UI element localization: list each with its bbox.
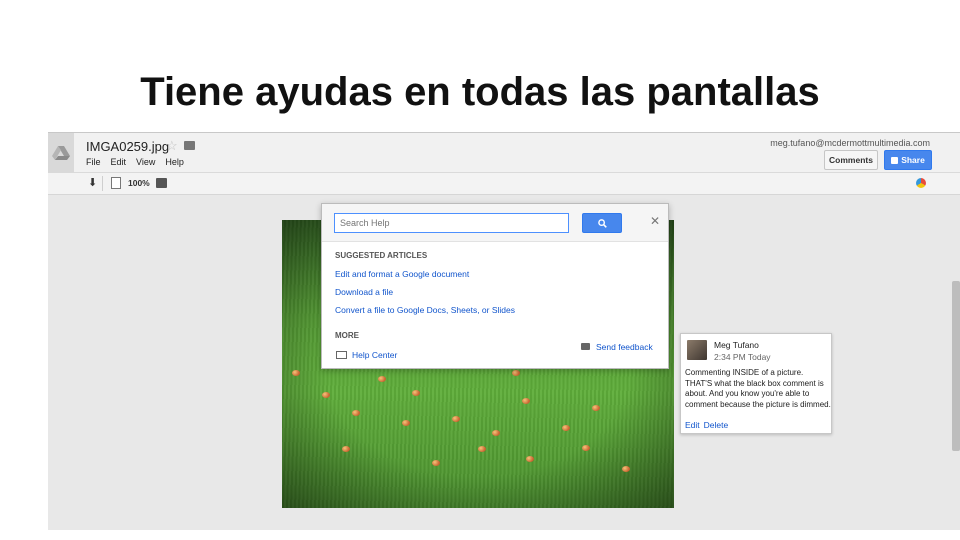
- share-button[interactable]: Share: [884, 150, 932, 170]
- help-center-icon: [336, 351, 347, 359]
- fit-icon[interactable]: [111, 177, 121, 189]
- slide-title: Tiene ayudas en todas las pantallas: [140, 70, 820, 114]
- apple: [412, 390, 420, 396]
- apple: [526, 456, 534, 462]
- apple: [402, 420, 410, 426]
- menu-view[interactable]: View: [136, 157, 155, 167]
- help-search-input[interactable]: [334, 213, 569, 233]
- search-icon: [597, 218, 607, 228]
- file-name[interactable]: IMGA0259.jpg: [86, 139, 169, 154]
- apple: [478, 446, 486, 452]
- comments-button[interactable]: Comments: [824, 150, 878, 170]
- menu-edit[interactable]: Edit: [111, 157, 127, 167]
- star-icon[interactable]: ☆: [166, 138, 178, 154]
- apple: [342, 446, 350, 452]
- apple: [622, 466, 630, 472]
- apple: [522, 398, 530, 404]
- folder-icon[interactable]: [184, 141, 195, 150]
- menu-bar: File Edit View Help: [86, 157, 184, 167]
- apple: [452, 416, 460, 422]
- help-search-bar: ✕: [322, 204, 668, 242]
- apple: [378, 376, 386, 382]
- caption-icon[interactable]: [156, 178, 167, 188]
- account-email[interactable]: meg.tufano@mcdermottmultimedia.com: [770, 138, 930, 148]
- download-icon[interactable]: ⬇: [88, 176, 97, 189]
- help-popup: ✕ SUGGESTED ARTICLES Edit and format a G…: [321, 203, 669, 369]
- comment-card: Meg Tufano 2:34 PM Today Commenting INSI…: [680, 333, 832, 434]
- apple: [432, 460, 440, 466]
- share-person-icon: [891, 156, 899, 164]
- help-center-link[interactable]: Help Center: [352, 350, 397, 360]
- apple: [292, 370, 300, 376]
- toolbar-divider: [102, 176, 103, 191]
- apple: [592, 405, 600, 411]
- comment-time: 2:34 PM Today: [714, 352, 771, 362]
- menu-file[interactable]: File: [86, 157, 101, 167]
- comment-body: Commenting INSIDE of a picture. THAT'S w…: [685, 368, 831, 409]
- apple: [492, 430, 500, 436]
- apple: [582, 445, 590, 451]
- zoom-level[interactable]: 100%: [128, 178, 150, 188]
- comment-delete-link[interactable]: Delete: [704, 420, 729, 430]
- help-article-link[interactable]: Download a file: [335, 287, 393, 297]
- send-feedback-link[interactable]: Send feedback: [596, 342, 653, 352]
- comment-actions: Edit Delete: [685, 420, 728, 430]
- comment-edit-link[interactable]: Edit: [685, 420, 700, 430]
- drive-viewer-screenshot: IMGA0259.jpg ☆ File Edit View Help meg.t…: [48, 132, 960, 530]
- feedback-icon: [581, 343, 590, 350]
- avatar: [687, 340, 707, 360]
- apple: [512, 370, 520, 376]
- top-bar: IMGA0259.jpg ☆ File Edit View Help meg.t…: [48, 133, 960, 173]
- close-icon[interactable]: ✕: [650, 214, 660, 228]
- apps-icon[interactable]: [916, 178, 926, 188]
- share-label: Share: [901, 155, 925, 165]
- comment-author: Meg Tufano: [714, 340, 759, 350]
- apple: [322, 392, 330, 398]
- suggested-heading: SUGGESTED ARTICLES: [335, 251, 428, 260]
- menu-help[interactable]: Help: [165, 157, 184, 167]
- help-article-link[interactable]: Convert a file to Google Docs, Sheets, o…: [335, 305, 515, 315]
- toolbar: ⬇ 100%: [48, 173, 960, 195]
- scrollbar[interactable]: [952, 281, 960, 451]
- help-search-button[interactable]: [582, 213, 622, 233]
- drive-logo-icon[interactable]: [48, 133, 74, 173]
- help-article-link[interactable]: Edit and format a Google document: [335, 269, 469, 279]
- more-heading: MORE: [335, 331, 359, 340]
- apple: [562, 425, 570, 431]
- apple: [352, 410, 360, 416]
